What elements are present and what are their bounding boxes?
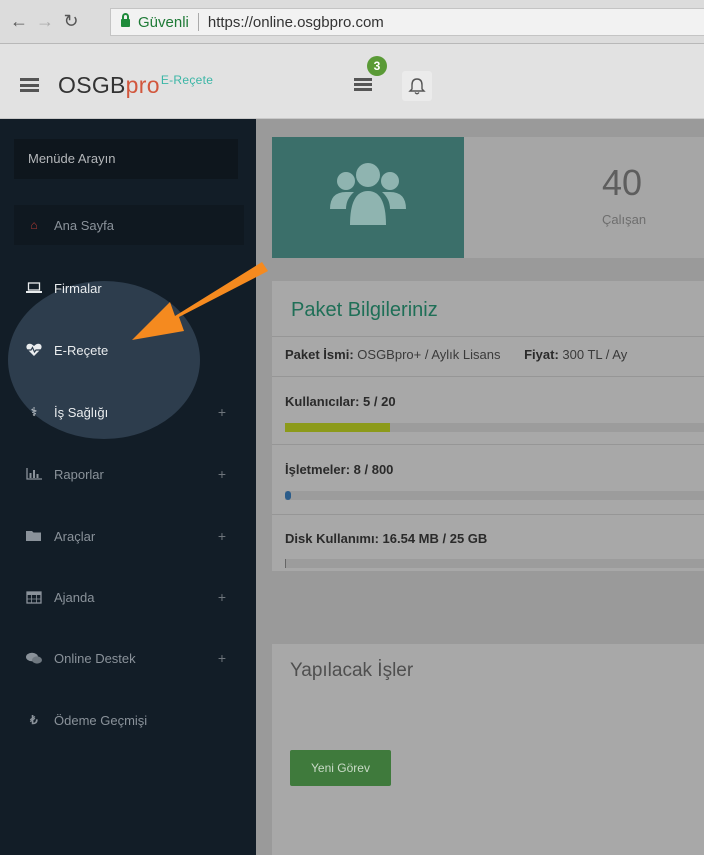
- employee-label: Çalışan: [602, 212, 647, 227]
- package-name-row: Paket İsmi: OSGBpro+ / Aylık Lisans Fiya…: [285, 347, 627, 362]
- sidebar-item-support[interactable]: Online Destek +: [14, 638, 244, 678]
- users-usage-text: Kullanıcılar: 5 / 20: [285, 394, 396, 409]
- package-price-label: Fiyat:: [524, 347, 559, 362]
- sidebar-item-home[interactable]: ⌂ Ana Sayfa: [14, 205, 244, 245]
- laptop-icon: [24, 281, 44, 295]
- disk-usage-text: Disk Kullanımı: 16.54 MB / 25 GB: [285, 531, 488, 546]
- disk-progress-bar: [285, 559, 704, 568]
- sidebar-item-health[interactable]: ⚕ İş Sağlığı +: [14, 392, 244, 432]
- reload-icon[interactable]: ↻: [58, 11, 84, 32]
- expand-plus-icon[interactable]: +: [218, 528, 226, 544]
- todo-panel: Yapılacak İşler Yeni Görev: [272, 644, 704, 855]
- home-icon: ⌂: [30, 218, 38, 232]
- new-task-button[interactable]: Yeni Görev: [290, 750, 391, 786]
- app-header: OSGBproE-Reçete 3: [0, 44, 704, 119]
- menu-search-input[interactable]: Menüde Arayın: [14, 139, 238, 179]
- package-name-value: OSGBpro+ / Aylık Lisans: [357, 347, 501, 362]
- package-price-value: 300 TL / Ay: [562, 347, 628, 362]
- lock-icon: [121, 13, 130, 27]
- users-group-icon: [330, 163, 406, 225]
- expand-plus-icon[interactable]: +: [218, 589, 226, 605]
- address-bar[interactable]: Güvenli https://online.osgbpro.com: [110, 8, 704, 36]
- expand-plus-icon[interactable]: +: [218, 650, 226, 666]
- notifications-button[interactable]: [402, 71, 432, 101]
- secure-label: Güvenli: [138, 13, 189, 31]
- heartbeat-icon: [24, 343, 44, 357]
- users-progress-bar: [285, 423, 704, 432]
- sidebar-item-reports[interactable]: Raporlar +: [14, 454, 244, 494]
- package-name-label: Paket İsmi:: [285, 347, 354, 362]
- employee-count: 40: [602, 162, 643, 203]
- todo-title: Yapılacak İşler: [290, 660, 414, 681]
- stat-icon-box: [272, 137, 464, 258]
- sidebar: Menüde Arayın ⌂ Ana Sayfa Firmalar E-Reç…: [0, 119, 256, 855]
- disk-progress-fill: [285, 559, 286, 568]
- businesses-usage-text: İşletmeler: 8 / 800: [285, 462, 394, 477]
- tasks-count-badge: 3: [367, 56, 387, 76]
- url-text: https://online.osgbpro.com: [207, 13, 384, 31]
- expand-plus-icon[interactable]: +: [218, 466, 226, 482]
- hamburger-menu-icon[interactable]: [20, 78, 39, 92]
- package-info-panel: Paket Bilgileriniz Paket İsmi: OSGBpro+ …: [272, 281, 704, 571]
- expand-plus-icon[interactable]: +: [218, 404, 226, 420]
- businesses-progress-fill: [285, 491, 291, 500]
- sidebar-item-payments[interactable]: ₺ Ödeme Geçmişi: [14, 700, 244, 740]
- chat-icon: [24, 651, 44, 665]
- sidebar-item-agenda[interactable]: Ajanda +: [14, 577, 244, 617]
- bar-chart-icon: [24, 467, 44, 481]
- brand-logo[interactable]: OSGBproE-Reçete: [58, 72, 213, 99]
- forward-icon[interactable]: →: [32, 11, 58, 32]
- folder-icon: [24, 529, 44, 543]
- sidebar-item-prescription[interactable]: E-Reçete: [14, 330, 244, 370]
- users-progress-fill: [285, 423, 390, 432]
- sidebar-item-tools[interactable]: Araçlar +: [14, 516, 244, 556]
- stethoscope-icon: ⚕: [30, 405, 38, 419]
- businesses-progress-bar: [285, 491, 704, 500]
- calendar-icon: [24, 590, 44, 604]
- package-title: Paket Bilgileriniz: [291, 299, 438, 321]
- sidebar-item-firms[interactable]: Firmalar: [14, 268, 244, 308]
- employee-stat-card: 40 Çalışan: [272, 137, 704, 258]
- browser-toolbar: ← → ↻ Güvenli https://online.osgbpro.com: [0, 0, 704, 44]
- bell-icon: [408, 78, 426, 95]
- back-icon[interactable]: ←: [6, 11, 32, 32]
- lira-icon: ₺: [30, 713, 38, 727]
- main-content: 40 Çalışan Paket Bilgileriniz Paket İsmi…: [256, 119, 704, 855]
